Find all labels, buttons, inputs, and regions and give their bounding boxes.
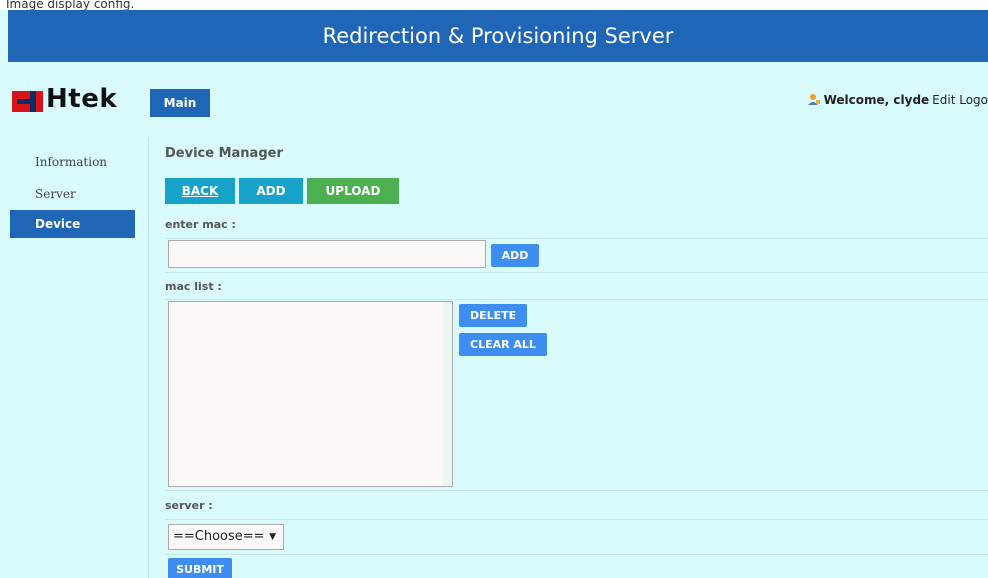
tab-main[interactable]: Main bbox=[150, 89, 210, 117]
delete-button[interactable]: DELETE bbox=[459, 304, 528, 327]
page-caption: Image display config. bbox=[6, 0, 135, 10]
server-select[interactable]: ==Choose== ▼ bbox=[168, 524, 284, 550]
mac-list-scrollbar[interactable] bbox=[443, 302, 452, 486]
top-header: Redirection & Provisioning Server bbox=[8, 10, 988, 62]
welcome-text: Welcome, clyde bbox=[823, 93, 930, 107]
row-divider bbox=[165, 554, 988, 555]
app-window: Redirection & Provisioning Server Htek M… bbox=[0, 10, 988, 578]
sidebar-item-server[interactable]: Server bbox=[10, 178, 135, 210]
sidebar-item-information[interactable]: Information bbox=[10, 146, 135, 178]
server-selected-value: ==Choose== bbox=[173, 529, 265, 544]
sidebar: Information Server Device bbox=[10, 146, 135, 238]
upload-button[interactable]: UPLOAD bbox=[307, 178, 399, 204]
dropdown-arrow-icon: ▼ bbox=[269, 532, 276, 542]
add-device-button[interactable]: ADD bbox=[239, 178, 303, 204]
app-title: Redirection & Provisioning Server bbox=[322, 24, 674, 48]
user-bar: Welcome, clyde Edit Logo bbox=[807, 92, 988, 112]
mac-list-box[interactable] bbox=[168, 301, 453, 487]
logo-text: Htek bbox=[46, 84, 118, 114]
user-icon bbox=[807, 92, 821, 106]
server-label: server : bbox=[165, 499, 213, 512]
mac-input[interactable] bbox=[168, 240, 486, 268]
page-title: Device Manager bbox=[165, 146, 283, 161]
logo-mark-icon bbox=[12, 91, 43, 112]
submit-button[interactable]: SUBMIT bbox=[168, 558, 232, 578]
content-divider bbox=[148, 138, 149, 578]
back-button[interactable]: BACK bbox=[165, 178, 235, 204]
row-divider bbox=[165, 299, 988, 300]
row-divider bbox=[165, 272, 988, 273]
add-mac-button[interactable]: ADD bbox=[491, 244, 539, 267]
clear-all-button[interactable]: CLEAR ALL bbox=[459, 333, 547, 356]
row-divider bbox=[165, 238, 988, 239]
sidebar-item-device[interactable]: Device bbox=[10, 210, 135, 238]
mac-list-label: mac list : bbox=[165, 280, 222, 293]
row-divider bbox=[165, 519, 988, 520]
row-divider bbox=[165, 490, 988, 491]
device-manager-panel: Device Manager BACK ADD UPLOAD enter mac :… bbox=[165, 146, 988, 578]
edit-logout-link[interactable]: Edit Logo bbox=[932, 93, 988, 107]
device-nav-buttons: BACK ADD UPLOAD bbox=[165, 178, 403, 204]
htek-logo: Htek bbox=[12, 84, 138, 114]
enter-mac-label: enter mac : bbox=[165, 218, 236, 231]
